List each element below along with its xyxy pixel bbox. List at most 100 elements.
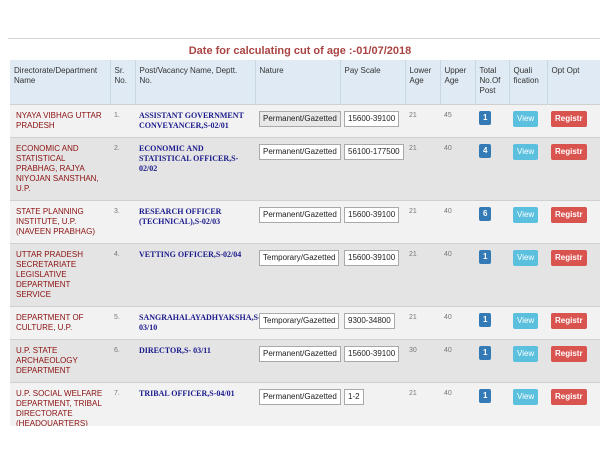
total-posts-badge: 6 <box>479 206 492 221</box>
total-posts-badge: 4 <box>479 143 492 158</box>
department-name: U.P. State Archaeology Department <box>10 338 110 382</box>
pay-scale-cell: 9300-34800 <box>340 305 405 339</box>
total-posts-cell: 4 <box>475 136 509 200</box>
col-header-pay-scale: Pay Scale <box>340 60 406 104</box>
qualification-cell: View <box>509 381 547 426</box>
upper-age: 40 <box>440 381 475 426</box>
post-name: SANGRAHALAYADHYAKSHA,S-03/10 <box>135 305 261 339</box>
nature-cell: Permanent/Gazetted <box>255 338 341 382</box>
view-qualification-button[interactable]: View <box>513 249 539 266</box>
post-name: VETTING OFFICER,S-02/04 <box>135 242 255 306</box>
table-body: Nyaya Vibhag Uttar Pradesh 1. ASSISTANT … <box>10 103 600 426</box>
col-header-post: Post/Vacancy Name, Deptt. No. <box>135 60 256 104</box>
posts-table-container[interactable]: Directorate/Department Name Sr. No. Post… <box>10 60 600 426</box>
qualification-cell: View <box>509 136 547 200</box>
col-header-nature: Nature <box>255 60 341 104</box>
upper-age: 40 <box>440 136 475 200</box>
nature-field[interactable]: Permanent/Gazetted <box>259 388 341 405</box>
option-cell: Registr <box>547 305 600 339</box>
pay-scale-field[interactable]: 1-2 <box>344 388 364 405</box>
sr-no: 1. <box>110 103 135 137</box>
register-button[interactable]: Registr <box>551 110 587 127</box>
view-qualification-button[interactable]: View <box>513 143 539 160</box>
nature-field[interactable]: Temporary/Gazetted <box>259 249 340 266</box>
top-divider <box>8 38 600 39</box>
department-name: State Planning Institute, U.P. (Naveen P… <box>10 199 110 243</box>
register-button[interactable]: Registr <box>551 249 587 266</box>
pay-scale-field[interactable]: 15600-39100 <box>344 345 400 362</box>
pay-scale-cell: 56100-177500 <box>340 136 405 200</box>
table-row: Economic and Statistical Prabhag, Rajya … <box>10 136 600 200</box>
table-row: Nyaya Vibhag Uttar Pradesh 1. ASSISTANT … <box>10 103 600 137</box>
col-header-sr-no: Sr. No. <box>110 60 136 104</box>
total-posts-cell: 6 <box>475 199 509 243</box>
department-name: Nyaya Vibhag Uttar Pradesh <box>10 103 110 137</box>
view-qualification-button[interactable]: View <box>513 312 539 329</box>
upper-age: 40 <box>440 305 475 339</box>
department-name: Uttar Pradesh Secretariate Legislative D… <box>10 242 110 306</box>
register-button[interactable]: Registr <box>551 143 587 160</box>
pay-scale-cell: 1-2 <box>340 381 405 426</box>
col-header-option: Opt Opt <box>547 60 600 104</box>
view-qualification-button[interactable]: View <box>513 206 539 223</box>
nature-field[interactable]: Permanent/Gazetted <box>259 206 341 223</box>
sr-no: 3. <box>110 199 135 243</box>
register-button[interactable]: Registr <box>551 312 587 329</box>
table-row: Uttar Pradesh Secretariate Legislative D… <box>10 242 600 306</box>
nature-field[interactable]: Permanent/Gazetted <box>259 345 341 362</box>
lower-age: 21 <box>405 242 440 306</box>
col-header-department: Directorate/Department Name <box>10 60 111 104</box>
post-name: RESEARCH OFFICER (TECHNICAL),S-02/03 <box>135 199 255 243</box>
register-button[interactable]: Registr <box>551 345 587 362</box>
pay-scale-field[interactable]: 15600-39100 <box>344 110 400 127</box>
pay-scale-cell: 15600-39100 <box>340 242 405 306</box>
table-row: Department of Culture, U.P. 5. SANGRAHAL… <box>10 305 600 339</box>
sr-no: 7. <box>110 381 135 426</box>
table-header-row: Directorate/Department Name Sr. No. Post… <box>10 60 600 104</box>
nature-field[interactable]: Temporary/Gazetted <box>259 312 340 329</box>
total-posts-cell: 1 <box>475 338 509 382</box>
qualification-cell: View <box>509 338 547 382</box>
col-header-qualification: Quali fication <box>509 60 548 104</box>
view-qualification-button[interactable]: View <box>513 388 539 405</box>
pay-scale-cell: 15600-39100 <box>340 338 405 382</box>
upper-age: 40 <box>440 242 475 306</box>
view-qualification-button[interactable]: View <box>513 345 539 362</box>
post-name: ASSISTANT GOVERNMENT CONVEYANCER,S-02/01 <box>135 103 255 137</box>
sr-no: 4. <box>110 242 135 306</box>
register-button[interactable]: Registr <box>551 206 587 223</box>
qualification-cell: View <box>509 242 547 306</box>
total-posts-cell: 1 <box>475 305 509 339</box>
nature-field[interactable]: Permanent/Gazetted <box>259 110 341 127</box>
nature-cell: Permanent/Gazetted <box>255 136 341 200</box>
nature-cell: Temporary/Gazetted <box>255 305 340 339</box>
total-posts-badge: 1 <box>479 249 492 264</box>
sr-no: 6. <box>110 338 135 382</box>
option-cell: Registr <box>547 242 600 306</box>
post-name: TRIBAL OFFICER,S-04/01 <box>135 381 255 426</box>
view-qualification-button[interactable]: View <box>513 110 539 127</box>
nature-cell: Permanent/Gazetted <box>255 103 341 137</box>
nature-cell: Permanent/Gazetted <box>255 199 341 243</box>
pay-scale-field[interactable]: 9300-34800 <box>344 312 395 329</box>
register-button[interactable]: Registr <box>551 388 587 405</box>
page-title: Date for calculating cut of age :-01/07/… <box>188 45 412 57</box>
option-cell: Registr <box>547 199 600 243</box>
total-posts-cell: 1 <box>475 381 509 426</box>
option-cell: Registr <box>547 381 600 426</box>
total-posts-badge: 1 <box>479 312 492 327</box>
sr-no: 5. <box>110 305 135 339</box>
lower-age: 21 <box>405 199 440 243</box>
nature-field[interactable]: Permanent/Gazetted <box>259 143 341 160</box>
sr-no: 2. <box>110 136 135 200</box>
total-posts-badge: 1 <box>479 110 492 125</box>
post-name: DIRECTOR,S- 03/11 <box>135 338 255 382</box>
pay-scale-field[interactable]: 15600-39100 <box>344 206 400 223</box>
col-header-upper-age: Upper Age <box>440 60 476 104</box>
pay-scale-field[interactable]: 15600-39100 <box>344 249 400 266</box>
qualification-cell: View <box>509 103 547 137</box>
option-cell: Registr <box>547 103 600 137</box>
qualification-cell: View <box>509 199 547 243</box>
option-cell: Registr <box>547 136 600 200</box>
pay-scale-field[interactable]: 56100-177500 <box>344 143 404 160</box>
